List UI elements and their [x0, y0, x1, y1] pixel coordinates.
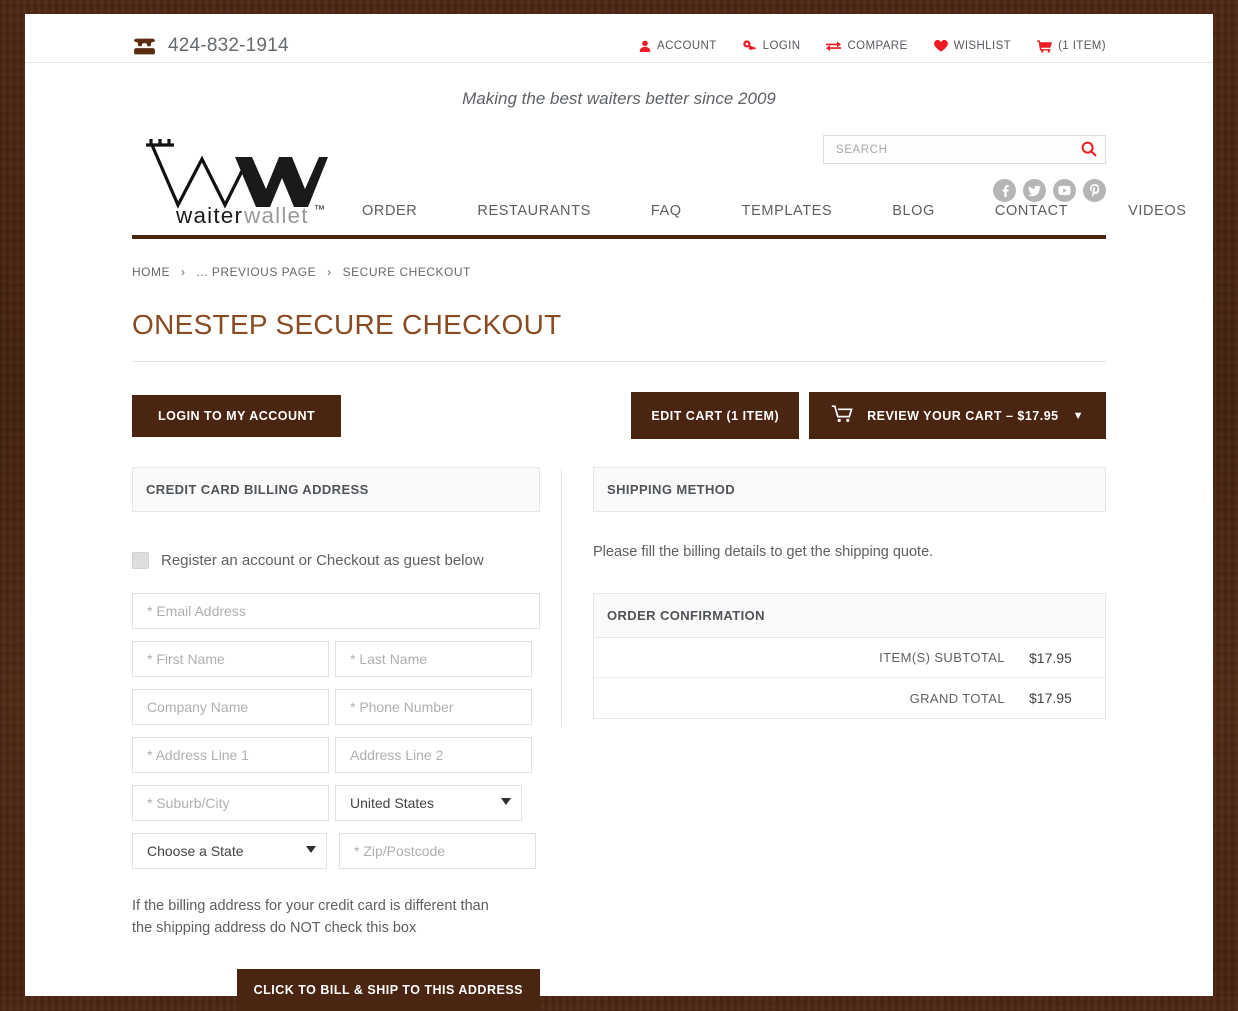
user-icon — [639, 40, 651, 52]
telephone-icon — [132, 38, 157, 55]
subtotal-label: ITEM(S) SUBTOTAL — [879, 650, 1005, 665]
chevron-down-icon: ▼ — [1072, 409, 1084, 422]
address-line-2-field[interactable] — [335, 737, 532, 773]
email-field[interactable] — [132, 593, 540, 629]
city-field[interactable] — [132, 785, 329, 821]
first-name-field[interactable] — [132, 641, 329, 677]
breadcrumb-item-previous[interactable]: ... PREVIOUS PAGE — [197, 265, 317, 279]
search-box[interactable] — [823, 135, 1106, 164]
bill-and-ship-button[interactable]: CLICK TO BILL & SHIP TO THIS ADDRESS — [236, 969, 540, 1011]
topbar-link-login[interactable]: LOGIN — [742, 40, 801, 52]
breadcrumb: HOME › ... PREVIOUS PAGE › SECURE CHECKO… — [132, 239, 1106, 279]
social-links — [823, 179, 1106, 202]
review-cart-label: REVIEW YOUR CART – $17.95 — [867, 408, 1059, 423]
youtube-icon[interactable] — [1053, 179, 1076, 202]
breadcrumb-item-current: SECURE CHECKOUT — [342, 265, 471, 279]
address-line-1-field[interactable] — [132, 737, 329, 773]
order-confirmation-box: ORDER CONFIRMATION ITEM(S) SUBTOTAL $17.… — [593, 593, 1106, 719]
topbar-link-label: WISHLIST — [953, 40, 1012, 52]
site-logo[interactable]: waiter wallet ™ — [132, 125, 328, 225]
grand-total-value: $17.95 — [1029, 690, 1072, 706]
header-right — [823, 125, 1106, 225]
edit-cart-button[interactable]: EDIT CART (1 ITEM) — [631, 392, 800, 439]
logo-trademark: ™ — [314, 204, 325, 216]
topbar-link-cart[interactable]: (1 ITEM) — [1037, 39, 1106, 53]
breadcrumb-wrap: HOME › ... PREVIOUS PAGE › SECURE CHECKO… — [25, 239, 1213, 1011]
order-panel-title: ORDER CONFIRMATION — [594, 594, 1105, 638]
form-row-address — [132, 737, 540, 773]
phone-field[interactable] — [335, 689, 532, 725]
facebook-icon[interactable] — [993, 179, 1016, 202]
compare-arrows-icon — [826, 40, 842, 52]
key-icon — [742, 40, 757, 52]
review-cart-button[interactable]: REVIEW YOUR CART – $17.95 ▼ — [809, 392, 1106, 439]
topbar-link-label: COMPARE — [847, 40, 908, 52]
country-select-wrap: United States — [335, 785, 522, 821]
search-icon[interactable] — [1081, 141, 1097, 162]
page-container: 424-832-1914 ACCOUNT LOGIN COMPARE WISHL… — [25, 14, 1213, 1011]
pinterest-icon[interactable] — [1083, 179, 1106, 202]
cart-actions: EDIT CART (1 ITEM) REVIEW YOUR CART – $1… — [631, 392, 1106, 439]
twitter-icon[interactable] — [1023, 179, 1046, 202]
topbar-link-label: (1 ITEM) — [1058, 40, 1106, 52]
topbar-link-label: ACCOUNT — [657, 40, 717, 52]
shipping-panel-title: SHIPPING METHOD — [593, 467, 1106, 512]
topbar-link-wishlist[interactable]: WISHLIST — [933, 40, 1012, 52]
cart-icon — [1037, 39, 1053, 53]
form-row-company-phone — [132, 689, 540, 725]
topbar-link-account[interactable]: ACCOUNT — [639, 40, 717, 52]
form-row-email — [132, 593, 540, 629]
subtotal-value: $17.95 — [1029, 649, 1072, 666]
topbar-link-label: LOGIN — [762, 40, 801, 52]
form-row-state-zip: Choose a State — [132, 833, 540, 869]
search-input[interactable] — [824, 136, 1105, 163]
breadcrumb-item-home[interactable]: HOME — [132, 265, 170, 279]
topbar: 424-832-1914 ACCOUNT LOGIN COMPARE WISHL… — [25, 14, 1213, 63]
login-to-my-account-button[interactable]: LOGIN TO MY ACCOUNT — [132, 394, 342, 437]
last-name-field[interactable] — [335, 641, 532, 677]
guest-checkout-label: Register an account or Checkout as guest… — [161, 552, 484, 569]
checkout-actions: LOGIN TO MY ACCOUNT EDIT CART (1 ITEM) R… — [132, 392, 1106, 439]
guest-checkout-row: Register an account or Checkout as guest… — [132, 552, 540, 569]
billing-panel-title: CREDIT CARD BILLING ADDRESS — [132, 467, 540, 512]
state-select[interactable]: Choose a State — [132, 833, 327, 869]
topbar-links: ACCOUNT LOGIN COMPARE WISHLIST (1 ITEM) — [639, 39, 1106, 53]
billing-column: CREDIT CARD BILLING ADDRESS Register an … — [132, 467, 540, 1011]
country-select[interactable]: United States — [335, 785, 522, 821]
zip-field[interactable] — [339, 833, 536, 869]
shipping-message: Please fill the billing details to get t… — [593, 544, 934, 560]
form-row-city-country: United States — [132, 785, 540, 821]
billing-note: If the billing address for your credit c… — [132, 898, 489, 936]
billing-submit-wrap: CLICK TO BILL & SHIP TO THIS ADDRESS — [132, 969, 540, 1011]
site-tagline: Making the best waiters better since 200… — [462, 89, 776, 108]
chevron-right-icon: › — [181, 265, 186, 279]
site-header: waiter wallet ™ — [25, 119, 1213, 225]
table-row: ITEM(S) SUBTOTAL $17.95 — [594, 638, 1105, 678]
chevron-right-icon: › — [327, 265, 332, 279]
table-row: GRAND TOTAL $17.95 — [594, 678, 1105, 718]
logo-wordmark-second: wallet — [243, 203, 309, 225]
guest-checkout-checkbox[interactable] — [132, 552, 149, 569]
checkout-columns: CREDIT CARD BILLING ADDRESS Register an … — [132, 467, 1106, 1011]
tagline-wrap: Making the best waiters better since 200… — [25, 63, 1213, 119]
summary-column: SHIPPING METHOD Please fill the billing … — [561, 467, 1106, 1011]
topbar-link-compare[interactable]: COMPARE — [826, 40, 907, 52]
logo-wordmark-first: waiter — [175, 203, 243, 225]
heart-icon — [933, 40, 948, 52]
company-field[interactable] — [132, 689, 329, 725]
page-title: ONESTEP SECURE CHECKOUT — [132, 309, 1106, 362]
phone-number[interactable]: 424-832-1914 — [168, 35, 289, 57]
state-select-wrap: Choose a State — [132, 833, 327, 869]
cart-icon — [831, 405, 853, 426]
form-row-name — [132, 641, 540, 677]
phone-block: 424-832-1914 — [132, 35, 289, 57]
grand-total-label: GRAND TOTAL — [909, 690, 1005, 706]
